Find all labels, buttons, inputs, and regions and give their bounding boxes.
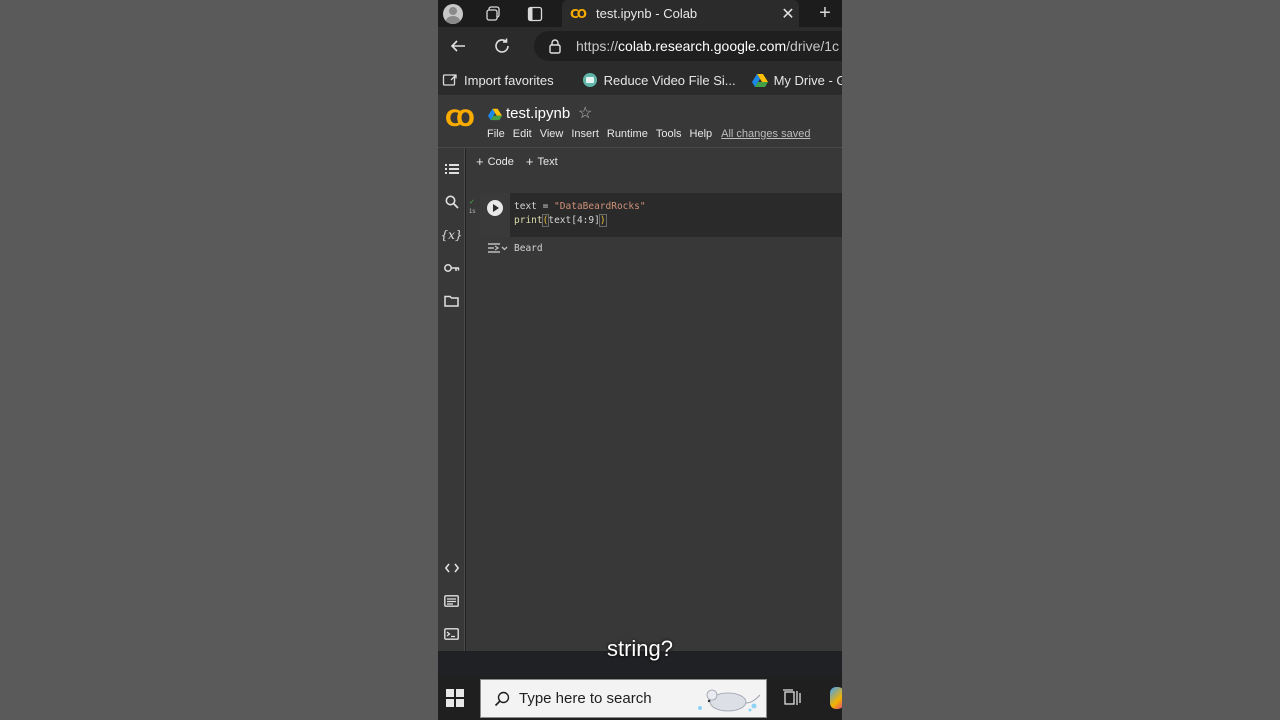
table-of-contents-icon[interactable]: [438, 158, 465, 180]
new-tab-icon[interactable]: +: [814, 0, 836, 27]
menu-help[interactable]: Help: [690, 128, 713, 140]
save-status-link[interactable]: All changes saved: [721, 128, 810, 140]
menu-file[interactable]: File: [487, 128, 505, 140]
cell-output: Beard: [486, 241, 543, 255]
tab-colab[interactable]: CO test.ipynb - Colab ✕: [562, 0, 799, 27]
workspaces-icon[interactable]: [482, 0, 504, 27]
execution-check-icon: ✓: [469, 199, 475, 206]
url-prefix: https://: [576, 38, 619, 54]
screen-recording: CO test.ipynb - Colab ✕ + https://colab.…: [438, 0, 842, 720]
favorites-bar: Import favorites Reduce Video File Si...…: [438, 65, 842, 95]
plus-icon: +: [525, 154, 534, 169]
code-editor[interactable]: text = "DataBeardRocks" print(text[4:9]): [514, 200, 646, 228]
add-text-cell-button[interactable]: + Text: [526, 154, 558, 169]
notebook-toolbar: + Code + Text: [466, 148, 842, 175]
notebook-area: ✓ 1s text = "DataBeardRocks" print(text[…: [466, 175, 842, 651]
search-highlight-mouse-icon: [698, 689, 761, 712]
profile-avatar-icon[interactable]: [442, 0, 464, 27]
taskbar-search-box[interactable]: Type here to search: [480, 679, 767, 718]
run-cell-button[interactable]: [487, 200, 503, 216]
menu-view[interactable]: View: [540, 128, 564, 140]
task-view-icon[interactable]: [782, 689, 802, 707]
favorite-label: Import favorites: [464, 72, 554, 88]
menu-bar: File Edit View Insert Runtime Tools Help…: [487, 128, 818, 140]
copilot-icon[interactable]: [830, 687, 842, 709]
colab-logo[interactable]: CO: [445, 107, 475, 132]
video-frame: CO test.ipynb - Colab ✕ + https://colab.…: [0, 0, 1280, 720]
url-path: /drive/1c: [786, 38, 840, 54]
google-drive-icon: [488, 108, 502, 121]
code-snippets-icon[interactable]: [438, 557, 465, 579]
execution-time: 1s: [469, 209, 476, 215]
url-text: https://colab.research.google.com/drive/…: [576, 38, 839, 54]
secrets-key-icon[interactable]: [438, 257, 465, 279]
code-line1-var: text =: [514, 201, 555, 212]
tab-actions-icon[interactable]: [524, 0, 546, 27]
favorite-reduce-video[interactable]: Reduce Video File Si...: [582, 72, 736, 88]
address-bar-row: https://colab.research.google.com/drive/…: [438, 27, 842, 65]
code-line2-function: print: [514, 215, 543, 226]
search-placeholder: Type here to search: [519, 690, 652, 707]
import-favorites-icon: [442, 72, 458, 88]
cell-gutter: [480, 193, 510, 237]
add-text-label: Text: [537, 155, 558, 168]
search-icon[interactable]: [438, 191, 465, 213]
favorite-my-drive[interactable]: My Drive - Goog: [751, 72, 842, 88]
back-icon[interactable]: [438, 27, 478, 65]
command-palette-icon[interactable]: [438, 590, 465, 612]
code-line1-string: "DataBeardRocks": [554, 201, 646, 212]
output-options-icon[interactable]: [486, 241, 508, 255]
url-field[interactable]: https://colab.research.google.com/drive/…: [534, 31, 842, 61]
plus-icon: +: [476, 154, 484, 169]
close-tab-icon[interactable]: ✕: [777, 4, 799, 24]
url-host: colab.research.google.com: [618, 38, 787, 54]
video-caption: string?: [606, 636, 674, 661]
tab-title: test.ipynb - Colab: [596, 6, 698, 21]
favorite-import[interactable]: Import favorites: [442, 72, 554, 88]
colab-favicon-icon: CO: [570, 6, 587, 21]
google-drive-icon: [751, 72, 768, 88]
files-folder-icon[interactable]: [438, 290, 465, 312]
code-line2-args: text[4:9]: [548, 215, 600, 226]
output-text: Beard: [514, 242, 543, 254]
variables-icon[interactable]: {x}: [438, 224, 465, 246]
add-code-cell-button[interactable]: + Code: [476, 154, 514, 169]
side-rail: {x}: [438, 148, 465, 651]
code-line2-close-paren: ): [598, 214, 607, 227]
code-cell[interactable]: text = "DataBeardRocks" print(text[4:9]): [480, 193, 842, 237]
add-code-label: Code: [487, 155, 514, 168]
browser-tab-strip: CO test.ipynb - Colab ✕ +: [438, 0, 842, 27]
favorite-label: My Drive - Goog: [773, 72, 842, 88]
refresh-icon[interactable]: [482, 27, 522, 65]
search-icon: [487, 691, 517, 707]
menu-runtime[interactable]: Runtime: [607, 128, 648, 140]
menu-edit[interactable]: Edit: [513, 128, 532, 140]
windows-taskbar: Type here to search: [438, 677, 842, 720]
menu-insert[interactable]: Insert: [571, 128, 599, 140]
lock-icon[interactable]: [548, 38, 564, 54]
favorite-label: Reduce Video File Si...: [603, 72, 736, 88]
menu-tools[interactable]: Tools: [656, 128, 682, 140]
notebook-title[interactable]: test.ipynb: [506, 105, 570, 122]
colab-header: CO test.ipynb ☆ File Edit View Insert Ru…: [438, 95, 842, 148]
windows-start-icon[interactable]: [446, 689, 464, 707]
star-icon[interactable]: ☆: [578, 103, 592, 123]
site-globe-icon: [582, 72, 598, 88]
